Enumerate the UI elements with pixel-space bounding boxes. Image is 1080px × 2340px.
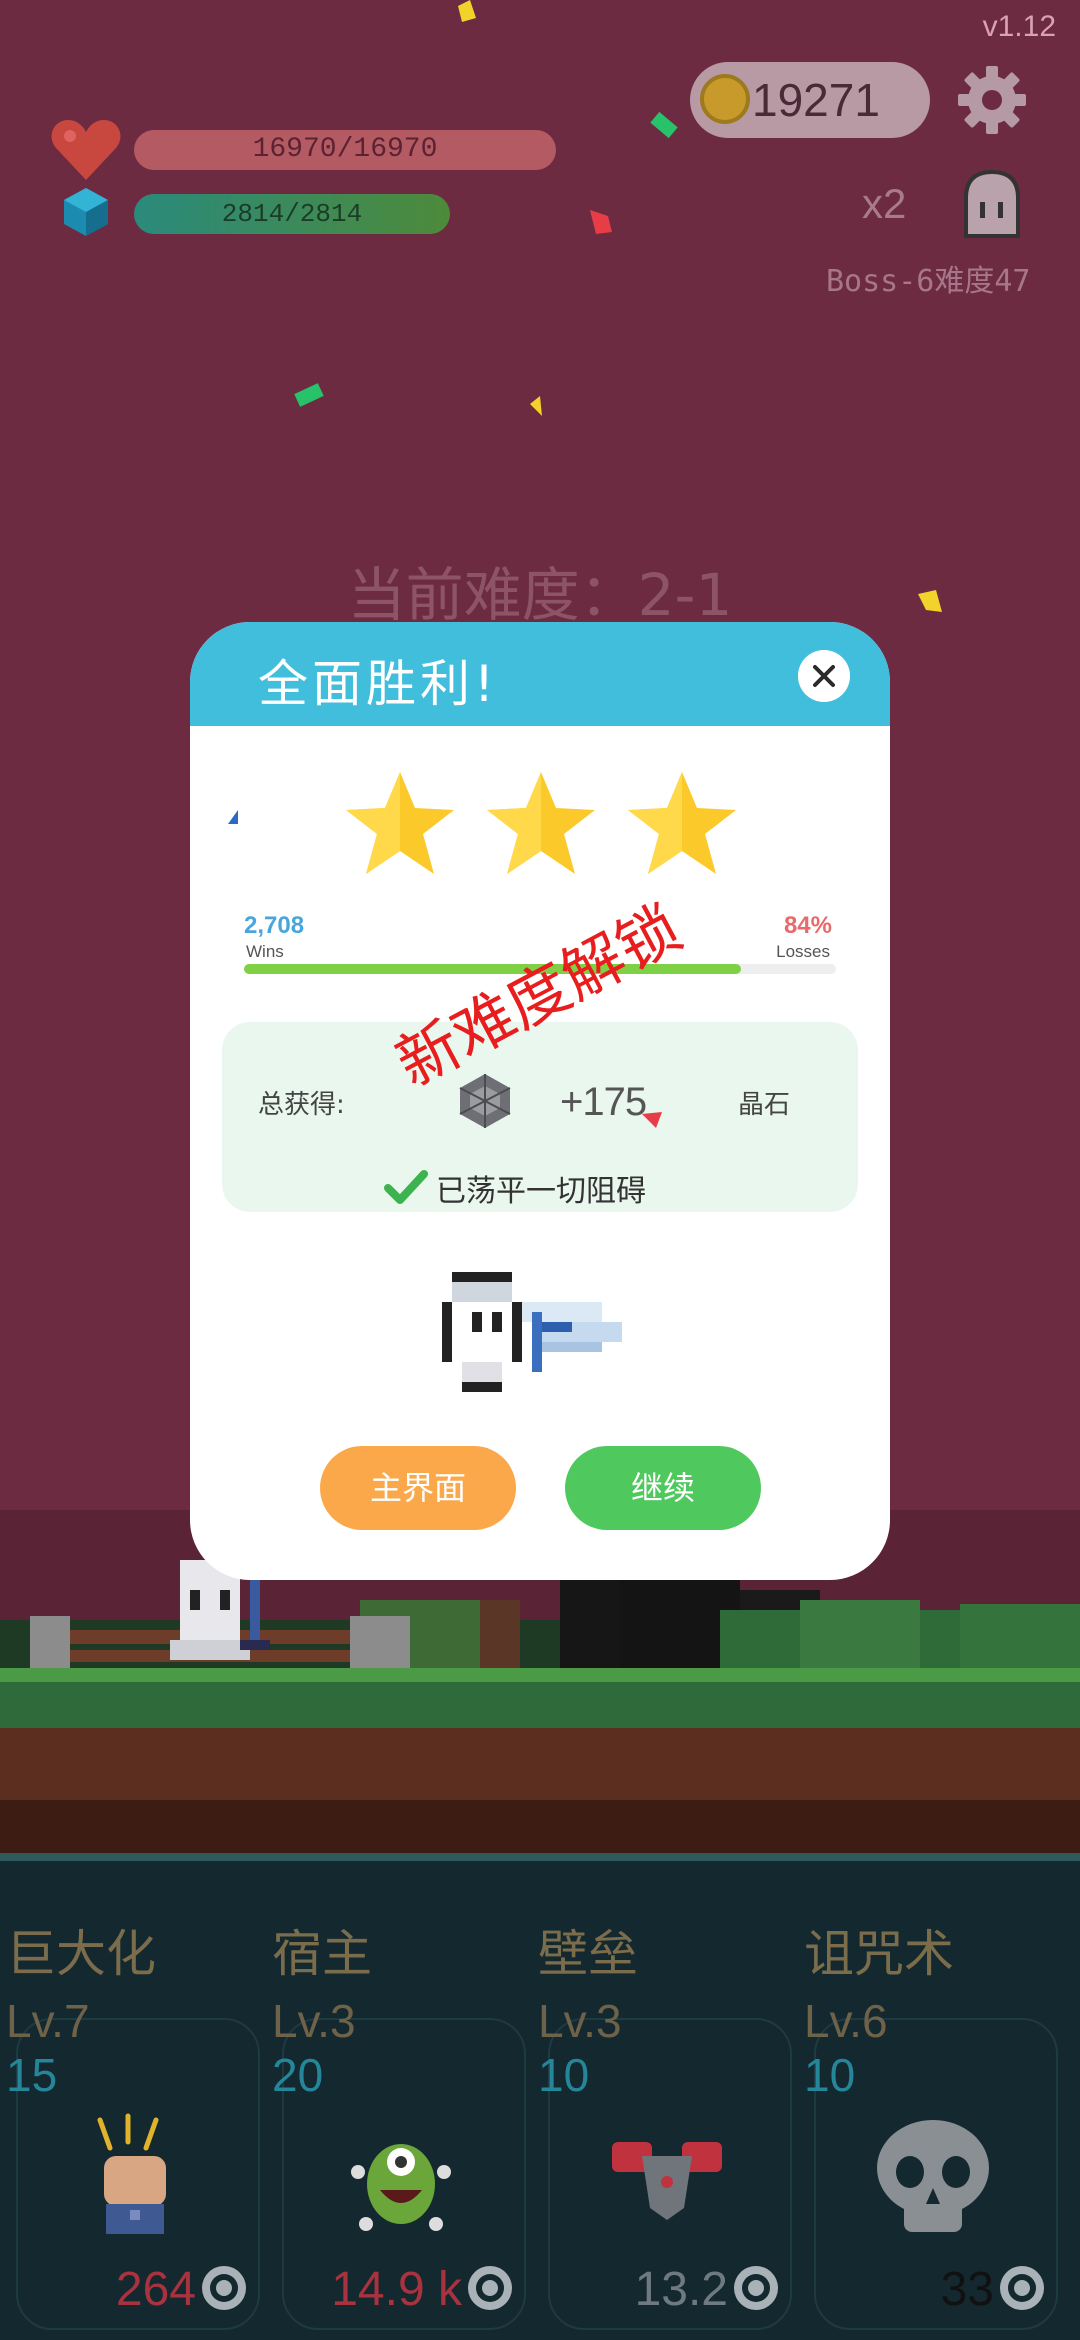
skill-value: 14.9 k xyxy=(331,2263,462,2316)
skill-name: 诅咒术 xyxy=(804,1925,954,1983)
skull-icon xyxy=(877,2120,989,2232)
skill-level: Lv.3 xyxy=(272,1995,356,2047)
reward-amount: +175 xyxy=(560,1080,647,1124)
ground-dirt-dark xyxy=(0,1800,1080,1853)
skill-cost: 20 xyxy=(272,2049,324,2101)
skill-slot-host[interactable]: 宿主 Lv.3 20 14.9 k xyxy=(266,1914,526,2334)
skills-panel-edge xyxy=(0,1853,1080,1861)
main-menu-button[interactable]: 主界面 xyxy=(320,1446,516,1530)
upgrade-gear-icon[interactable] xyxy=(460,2258,520,2318)
upgrade-gear-icon[interactable] xyxy=(992,2258,1052,2318)
reward-unit: 晶石 xyxy=(738,1090,791,1120)
wins-label: Wins xyxy=(246,942,284,961)
skill-slot-barrier[interactable]: 壁垒 Lv.3 10 13.2 xyxy=(532,1914,792,2334)
confetti-piece xyxy=(642,1112,662,1128)
skill-slot-giant[interactable]: 巨大化 Lv.7 15 264 xyxy=(0,1914,260,2334)
star-icon xyxy=(628,772,736,874)
fist-icon xyxy=(97,2113,166,2234)
victory-dialog: 全面胜利! 2,708 Wins 84% Losses 总获得: +175 晶石… xyxy=(190,622,890,1580)
skill-name: 宿主 xyxy=(272,1925,372,1983)
skill-level: Lv.3 xyxy=(538,1995,622,2047)
skill-name: 壁垒 xyxy=(538,1925,638,1983)
losses-label: Losses xyxy=(776,942,830,961)
star-icon xyxy=(346,772,454,874)
skill-cost: 10 xyxy=(538,2049,590,2101)
skill-slot-curse[interactable]: 诅咒术 Lv.6 10 33 xyxy=(798,1914,1058,2334)
skill-value: 264 xyxy=(115,2263,196,2316)
achievement-text: 已荡平一切阻碍 xyxy=(436,1174,646,1209)
monster-icon xyxy=(351,2144,451,2231)
wins-count: 2,708 xyxy=(244,912,305,939)
upgrade-gear-icon[interactable] xyxy=(726,2258,786,2318)
armor-icon xyxy=(612,2142,722,2220)
star-icon xyxy=(487,772,595,874)
skill-cost: 10 xyxy=(804,2049,856,2101)
reward-label: 总获得: xyxy=(258,1090,345,1120)
skill-name: 巨大化 xyxy=(6,1925,156,1983)
skill-level: Lv.6 xyxy=(804,1995,888,2047)
hero-winged-sprite xyxy=(442,1272,622,1392)
skill-level: Lv.7 xyxy=(6,1995,90,2047)
grass-edge xyxy=(0,1668,1080,1682)
losses-percent: 84% xyxy=(783,912,832,939)
check-icon xyxy=(384,1170,428,1204)
skill-value: 33 xyxy=(940,2263,994,2316)
crystal-icon xyxy=(459,1074,511,1128)
close-icon[interactable] xyxy=(798,650,850,702)
continue-button[interactable]: 继续 xyxy=(565,1446,761,1530)
confetti-piece xyxy=(228,810,238,824)
dialog-title: 全面胜利! xyxy=(258,655,499,713)
skill-cost: 15 xyxy=(6,2049,58,2101)
skill-value: 13.2 xyxy=(634,2263,728,2316)
upgrade-gear-icon[interactable] xyxy=(194,2258,254,2318)
